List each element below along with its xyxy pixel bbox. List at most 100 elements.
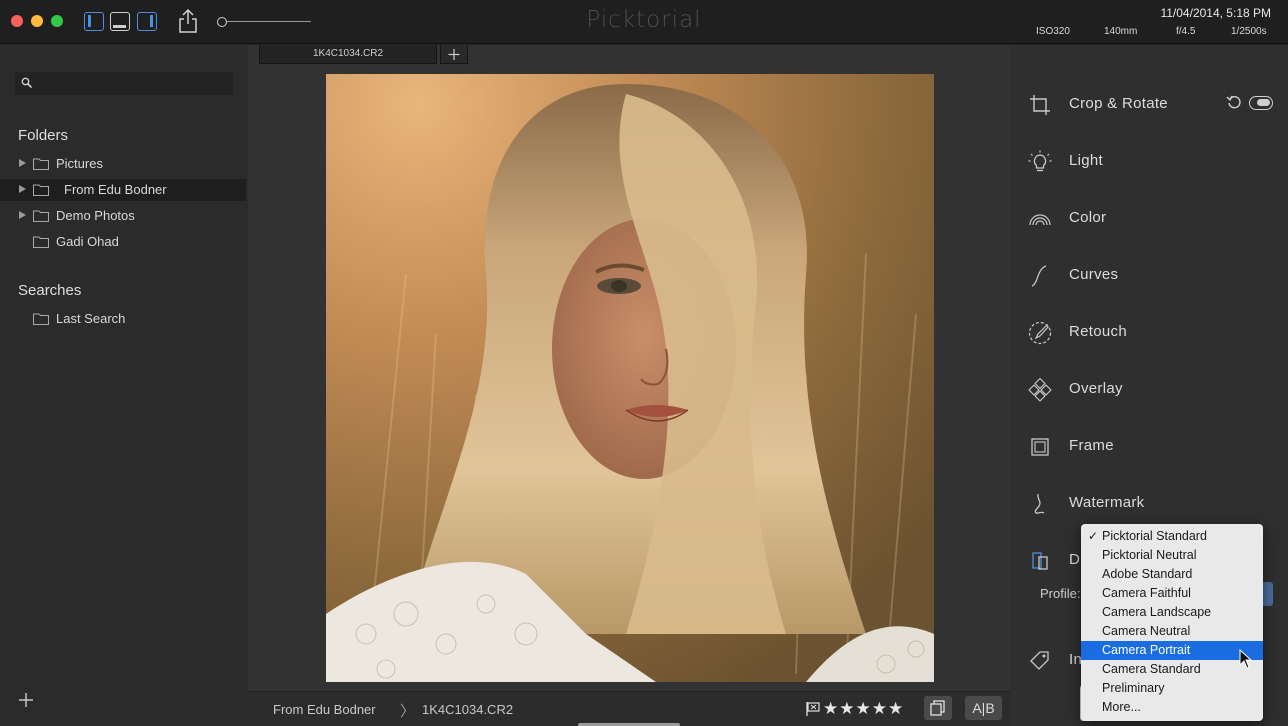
rainbow-icon bbox=[1029, 214, 1051, 226]
library-sidebar: Folders Pictures From Edu Bodner Demo Ph… bbox=[0, 45, 248, 726]
search-label: Last Search bbox=[56, 311, 126, 326]
tool-crop-rotate[interactable]: Crop & Rotate bbox=[1010, 89, 1288, 119]
close-window-button[interactable] bbox=[11, 15, 23, 27]
toggle-bottom-panel-button[interactable] bbox=[110, 12, 130, 31]
new-tab-button[interactable] bbox=[440, 45, 468, 64]
portrait-photo[interactable] bbox=[326, 74, 934, 682]
watermark-icon bbox=[1034, 493, 1045, 514]
reset-icon[interactable] bbox=[1226, 94, 1242, 110]
photo-datetime: 11/04/2014, 5:18 PM bbox=[1160, 6, 1271, 20]
folder-item-from-edu-bodner[interactable]: From Edu Bodner bbox=[0, 179, 246, 201]
tool-label: Frame bbox=[1069, 437, 1114, 454]
folder-icon bbox=[33, 313, 49, 325]
tool-label: Light bbox=[1069, 152, 1104, 169]
tool-frame[interactable]: Frame bbox=[1010, 431, 1288, 461]
folders-heading: Folders bbox=[18, 127, 69, 144]
toggle-right-panel-button[interactable] bbox=[137, 12, 157, 31]
folder-icon bbox=[33, 184, 49, 196]
menu-item-picktorial-neutral[interactable]: Picktorial Neutral bbox=[1081, 546, 1263, 565]
menu-item-label: Camera Landscape bbox=[1102, 605, 1212, 619]
photo-viewer: 1K4C1034.CR2 From Edu Bodner 〉 1K4C1034.… bbox=[248, 45, 1010, 726]
menu-item-label: More... bbox=[1102, 700, 1141, 714]
tool-overlay[interactable]: Overlay bbox=[1010, 374, 1288, 404]
menu-item-camera-neutral[interactable]: Camera Neutral bbox=[1081, 622, 1263, 641]
lightbulb-icon bbox=[1028, 150, 1052, 172]
exif-aperture: f/4.5 bbox=[1176, 26, 1196, 37]
compare-icon bbox=[930, 700, 945, 716]
menu-item-picktorial-standard[interactable]: ✓ Picktorial Standard bbox=[1081, 527, 1263, 546]
tool-label: Color bbox=[1069, 209, 1107, 226]
minimize-window-button[interactable] bbox=[31, 15, 43, 27]
folder-icon bbox=[33, 210, 49, 222]
tool-label: D bbox=[1069, 551, 1081, 568]
folder-item-pictures[interactable]: Pictures bbox=[0, 153, 246, 175]
tool-light[interactable]: Light bbox=[1010, 146, 1288, 176]
breadcrumb-file[interactable]: 1K4C1034.CR2 bbox=[422, 702, 513, 717]
tool-color[interactable]: Color bbox=[1010, 203, 1288, 233]
menu-item-label: Adobe Standard bbox=[1102, 567, 1193, 581]
expand-arrow-icon[interactable] bbox=[19, 185, 26, 193]
expand-arrow-icon[interactable] bbox=[19, 159, 26, 167]
zoom-window-button[interactable] bbox=[51, 15, 63, 27]
overlay-icon bbox=[1028, 378, 1052, 402]
toggle-icon[interactable] bbox=[1249, 96, 1273, 110]
menu-item-adobe-standard[interactable]: Adobe Standard bbox=[1081, 565, 1263, 584]
breadcrumb-separator-icon: 〉 bbox=[400, 703, 416, 720]
tab-image[interactable]: 1K4C1034.CR2 bbox=[259, 45, 437, 64]
profile-label: Profile: bbox=[1040, 586, 1081, 601]
exif-shutter: 1/2500s bbox=[1231, 26, 1267, 37]
menu-item-label: Camera Neutral bbox=[1102, 624, 1191, 638]
folder-item-gadi-ohad[interactable]: Gadi Ohad bbox=[0, 231, 246, 253]
reject-flag-icon[interactable] bbox=[805, 701, 821, 717]
compare-button[interactable] bbox=[924, 696, 952, 720]
details-icon bbox=[1032, 552, 1048, 570]
tag-icon bbox=[1030, 651, 1049, 670]
menu-item-label: Picktorial Standard bbox=[1102, 529, 1207, 543]
tool-retouch[interactable]: Retouch bbox=[1010, 317, 1288, 347]
tool-watermark[interactable]: Watermark bbox=[1010, 488, 1288, 518]
tool-label: Watermark bbox=[1069, 494, 1145, 511]
tool-label: Curves bbox=[1069, 266, 1119, 283]
folder-icon bbox=[33, 236, 49, 248]
folder-label: Gadi Ohad bbox=[56, 234, 119, 249]
exif-focal-length: 140mm bbox=[1104, 26, 1138, 37]
expand-arrow-icon[interactable] bbox=[19, 211, 26, 219]
tool-label: Overlay bbox=[1069, 380, 1123, 397]
profile-select[interactable] bbox=[1262, 582, 1273, 606]
share-icon[interactable] bbox=[176, 8, 200, 34]
search-input[interactable] bbox=[15, 72, 233, 95]
search-icon bbox=[21, 77, 33, 89]
menu-item-label: Camera Portrait bbox=[1102, 643, 1191, 657]
tool-label: Crop & Rotate bbox=[1069, 95, 1168, 112]
folder-item-demo-photos[interactable]: Demo Photos bbox=[0, 205, 246, 227]
star-rating[interactable]: ★★★★★ bbox=[823, 699, 904, 719]
exif-iso: ISO320 bbox=[1036, 26, 1070, 37]
mouse-cursor-icon bbox=[1239, 649, 1253, 669]
menu-item-camera-portrait[interactable]: Camera Portrait bbox=[1081, 641, 1263, 660]
crop-icon bbox=[1030, 95, 1050, 115]
search-item-last-search[interactable]: Last Search bbox=[0, 308, 246, 330]
plus-icon[interactable] bbox=[18, 692, 34, 708]
ab-view-button[interactable]: A|B bbox=[965, 696, 1002, 720]
folder-label: Pictures bbox=[56, 156, 103, 171]
folder-label: From Edu Bodner bbox=[64, 182, 167, 197]
status-bar: From Edu Bodner 〉 1K4C1034.CR2 ★★★★★ A|B bbox=[248, 691, 1010, 726]
profile-dropdown-menu[interactable]: ✓ Picktorial Standard Picktorial Neutral … bbox=[1081, 524, 1263, 721]
toggle-left-panel-button[interactable] bbox=[84, 12, 104, 31]
folder-icon bbox=[33, 158, 49, 170]
tool-curves[interactable]: Curves bbox=[1010, 260, 1288, 290]
title-bar: Picktorial 11/04/2014, 5:18 PM ISO320 14… bbox=[0, 0, 1288, 44]
zoom-slider[interactable] bbox=[217, 17, 313, 27]
menu-item-more[interactable]: More... bbox=[1081, 698, 1263, 717]
menu-item-camera-faithful[interactable]: Camera Faithful bbox=[1081, 584, 1263, 603]
menu-item-preliminary[interactable]: Preliminary bbox=[1081, 679, 1263, 698]
menu-item-label: Picktorial Neutral bbox=[1102, 548, 1197, 562]
checkmark-icon: ✓ bbox=[1088, 529, 1099, 543]
plus-icon bbox=[448, 49, 460, 60]
menu-item-camera-landscape[interactable]: Camera Landscape bbox=[1081, 603, 1263, 622]
breadcrumb-folder[interactable]: From Edu Bodner bbox=[273, 702, 376, 717]
menu-item-camera-standard[interactable]: Camera Standard bbox=[1081, 660, 1263, 679]
zoom-slider-knob[interactable] bbox=[217, 17, 227, 27]
brush-icon bbox=[1028, 321, 1052, 345]
menu-item-label: Preliminary bbox=[1102, 681, 1165, 695]
